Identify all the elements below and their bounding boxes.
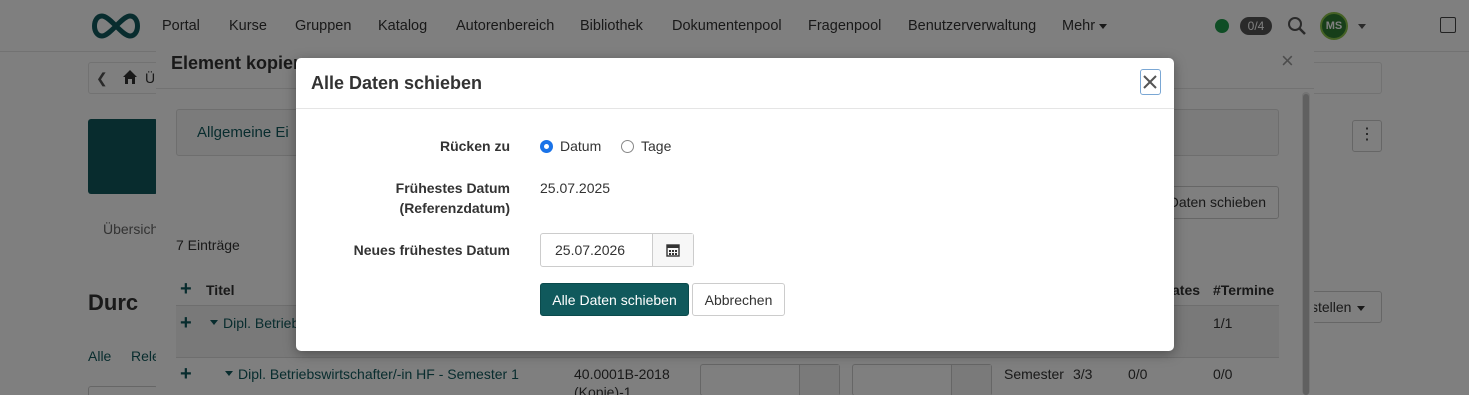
earliest-date-value: 25.07.2025: [540, 180, 611, 196]
new-earliest-date-field[interactable]: [540, 233, 694, 267]
close-button[interactable]: [1140, 69, 1161, 95]
earliest-date-label: Frühestes Datum: [395, 180, 510, 196]
shift-all-dates-dialog: Alle Daten schieben Rücken zu Datum Tage…: [296, 58, 1174, 351]
dialog-title: Alle Daten schieben: [311, 73, 483, 93]
datepicker-button[interactable]: [652, 234, 693, 266]
radio-tage-label[interactable]: Tage: [641, 138, 671, 154]
radio-datum[interactable]: [540, 140, 553, 153]
shift-to-label: Rücken zu: [439, 138, 510, 154]
radio-tage[interactable]: [621, 140, 634, 153]
radio-datum-label[interactable]: Datum: [560, 138, 601, 154]
reference-date-label: (Referenzdatum): [399, 200, 510, 216]
cancel-button[interactable]: Abbrechen: [692, 283, 785, 316]
shift-all-dates-button[interactable]: Alle Daten schieben: [540, 283, 689, 316]
new-earliest-date-label: Neues frühestes Datum: [353, 242, 510, 258]
new-earliest-date-input[interactable]: [541, 234, 653, 266]
calendar-icon: [666, 244, 680, 257]
dialog-header: Alle Daten schieben: [296, 58, 1174, 109]
close-icon: [1143, 75, 1157, 89]
